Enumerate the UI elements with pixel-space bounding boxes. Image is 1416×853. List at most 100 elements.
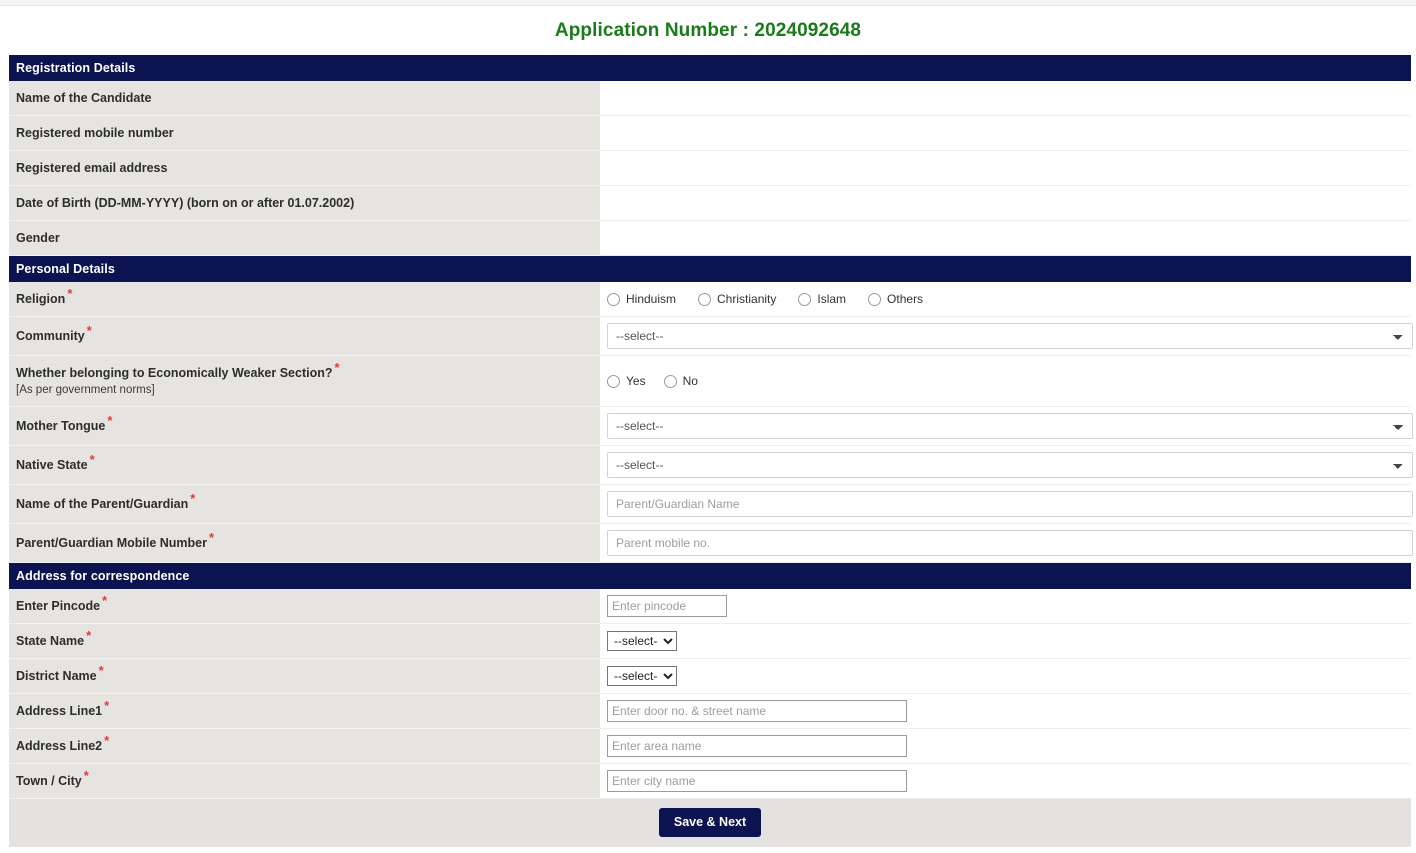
- radio-circle-icon: [698, 292, 712, 306]
- table-row: Registered mobile number: [9, 115, 1412, 151]
- table-row: Mother Tongue * --select--: [9, 406, 1413, 446]
- table-row: State Name * --select--: [9, 623, 1412, 659]
- table-row: Religion * Hinduism Christianity Islam Ot…: [9, 282, 1412, 317]
- town-city-input[interactable]: [607, 770, 907, 792]
- community-select[interactable]: --select--: [607, 323, 1413, 349]
- field-address-line2: [600, 728, 1412, 764]
- radio-religion-islam[interactable]: Islam: [798, 292, 846, 306]
- value-registered-mobile-number: [600, 115, 1412, 151]
- required-asterisk: *: [98, 662, 104, 678]
- label-town-city: Town / City *: [9, 763, 600, 799]
- value-name-of-candidate: [600, 81, 1412, 116]
- radio-ews-yes[interactable]: Yes: [607, 374, 646, 388]
- label-district-name-text: District Name: [16, 669, 97, 683]
- required-asterisk: *: [104, 697, 110, 713]
- save-and-next-button[interactable]: Save & Next: [658, 808, 762, 837]
- parent-guardian-mobile-input[interactable]: [607, 530, 1413, 556]
- radio-religion-islam-label: Islam: [817, 292, 847, 306]
- section-header-registration-details: Registration Details: [9, 55, 1412, 81]
- label-name-of-candidate: Name of the Candidate: [9, 81, 600, 116]
- label-registered-email-address: Registered email address: [9, 150, 600, 186]
- field-town-city: [600, 763, 1412, 799]
- value-gender: [600, 220, 1412, 256]
- table-row: Address Line2 *: [9, 728, 1412, 764]
- parent-guardian-name-input[interactable]: [607, 491, 1413, 517]
- section-header-registration-details-label: Registration Details: [9, 55, 1412, 81]
- required-asterisk: *: [67, 285, 73, 301]
- radio-circle-icon: [868, 292, 882, 306]
- table-row: Registered email address: [9, 150, 1412, 186]
- radio-circle-icon: [663, 374, 677, 388]
- radio-religion-hinduism-label: Hinduism: [626, 292, 677, 306]
- pincode-input[interactable]: [607, 595, 727, 617]
- label-address-line1: Address Line1 *: [9, 693, 600, 729]
- label-ews-text: Whether belonging to Economically Weaker…: [16, 366, 333, 380]
- label-religion: Religion *: [9, 282, 600, 317]
- table-row: Address Line1 *: [9, 693, 1412, 729]
- table-row: Name of the Parent/Guardian *: [9, 484, 1413, 524]
- religion-radio-group: Hinduism Christianity Islam Others: [607, 290, 1401, 308]
- required-asterisk: *: [89, 451, 95, 467]
- field-state-name: --select--: [600, 623, 1412, 659]
- label-native-state-text: Native State: [16, 458, 88, 472]
- radio-religion-hinduism[interactable]: Hinduism: [607, 292, 676, 306]
- label-economically-weaker-section: Whether belonging to Economically Weaker…: [9, 355, 600, 407]
- table-row: Whether belonging to Economically Weaker…: [9, 355, 1412, 407]
- radio-religion-christianity-label: Christianity: [717, 292, 777, 306]
- application-form-page: Application Number : 2024092648 Registra…: [0, 6, 1416, 848]
- ews-radio-group: Yes No: [607, 372, 1401, 390]
- required-asterisk: *: [102, 592, 108, 608]
- label-mother-tongue: Mother Tongue *: [9, 406, 600, 446]
- required-asterisk: *: [86, 322, 92, 338]
- native-state-select[interactable]: --select--: [607, 452, 1413, 478]
- field-community: --select--: [600, 316, 1413, 356]
- label-state-name-text: State Name: [16, 634, 85, 648]
- mother-tongue-select[interactable]: --select--: [607, 413, 1413, 439]
- label-mother-tongue-text: Mother Tongue: [16, 419, 106, 433]
- field-district-name: --select--: [600, 658, 1412, 694]
- label-native-state: Native State *: [9, 445, 600, 485]
- field-mother-tongue: --select--: [600, 406, 1413, 446]
- label-town-city-text: Town / City: [16, 774, 82, 788]
- required-asterisk: *: [107, 412, 113, 428]
- radio-religion-christianity[interactable]: Christianity: [698, 292, 776, 306]
- label-ews-note: [As per government norms]: [16, 384, 155, 396]
- label-district-name: District Name *: [9, 658, 600, 694]
- table-row: Enter Pincode *: [9, 589, 1412, 624]
- radio-circle-icon: [607, 292, 620, 306]
- field-parent-guardian-mobile: [600, 523, 1413, 563]
- required-asterisk: *: [83, 767, 89, 783]
- form-footer-row: Save & Next: [9, 798, 1412, 848]
- required-asterisk: *: [334, 359, 340, 375]
- required-asterisk: *: [104, 732, 110, 748]
- form-footer-cell: Save & Next: [9, 798, 1412, 848]
- field-parent-guardian-name: [600, 484, 1413, 524]
- address-line1-input[interactable]: [607, 700, 907, 722]
- label-address-line2-text: Address Line2: [16, 739, 103, 753]
- field-economically-weaker-section: Yes No: [600, 355, 1412, 407]
- table-row: Date of Birth (DD-MM-YYYY) (born on or a…: [9, 185, 1412, 221]
- state-name-select[interactable]: --select--: [607, 631, 677, 651]
- label-community-text: Community: [16, 329, 85, 343]
- page-title: Application Number : 2024092648: [554, 20, 862, 41]
- section-header-personal-details-label: Personal Details: [9, 255, 1412, 282]
- radio-ews-no-label: No: [682, 374, 698, 388]
- address-line2-input[interactable]: [607, 735, 907, 757]
- required-asterisk: *: [190, 490, 196, 506]
- radio-circle-icon: [798, 292, 812, 306]
- label-address-line1-text: Address Line1: [16, 704, 103, 718]
- label-community: Community *: [9, 316, 600, 356]
- required-asterisk: *: [209, 529, 215, 545]
- district-name-select[interactable]: --select--: [607, 666, 677, 686]
- value-registered-email-address: [600, 150, 1412, 186]
- field-address-line1: [600, 693, 1412, 729]
- radio-religion-others[interactable]: Others: [868, 292, 923, 306]
- label-registered-mobile-number: Registered mobile number: [9, 115, 600, 151]
- label-parent-guardian-mobile: Parent/Guardian Mobile Number *: [9, 523, 600, 563]
- section-header-personal-details: Personal Details: [9, 255, 1412, 282]
- field-native-state: --select--: [600, 445, 1413, 485]
- radio-circle-icon: [607, 374, 620, 388]
- section-header-address-for-correspondence: Address for correspondence: [9, 562, 1412, 589]
- field-religion: Hinduism Christianity Islam Others: [600, 282, 1412, 317]
- radio-ews-no[interactable]: No: [663, 374, 698, 388]
